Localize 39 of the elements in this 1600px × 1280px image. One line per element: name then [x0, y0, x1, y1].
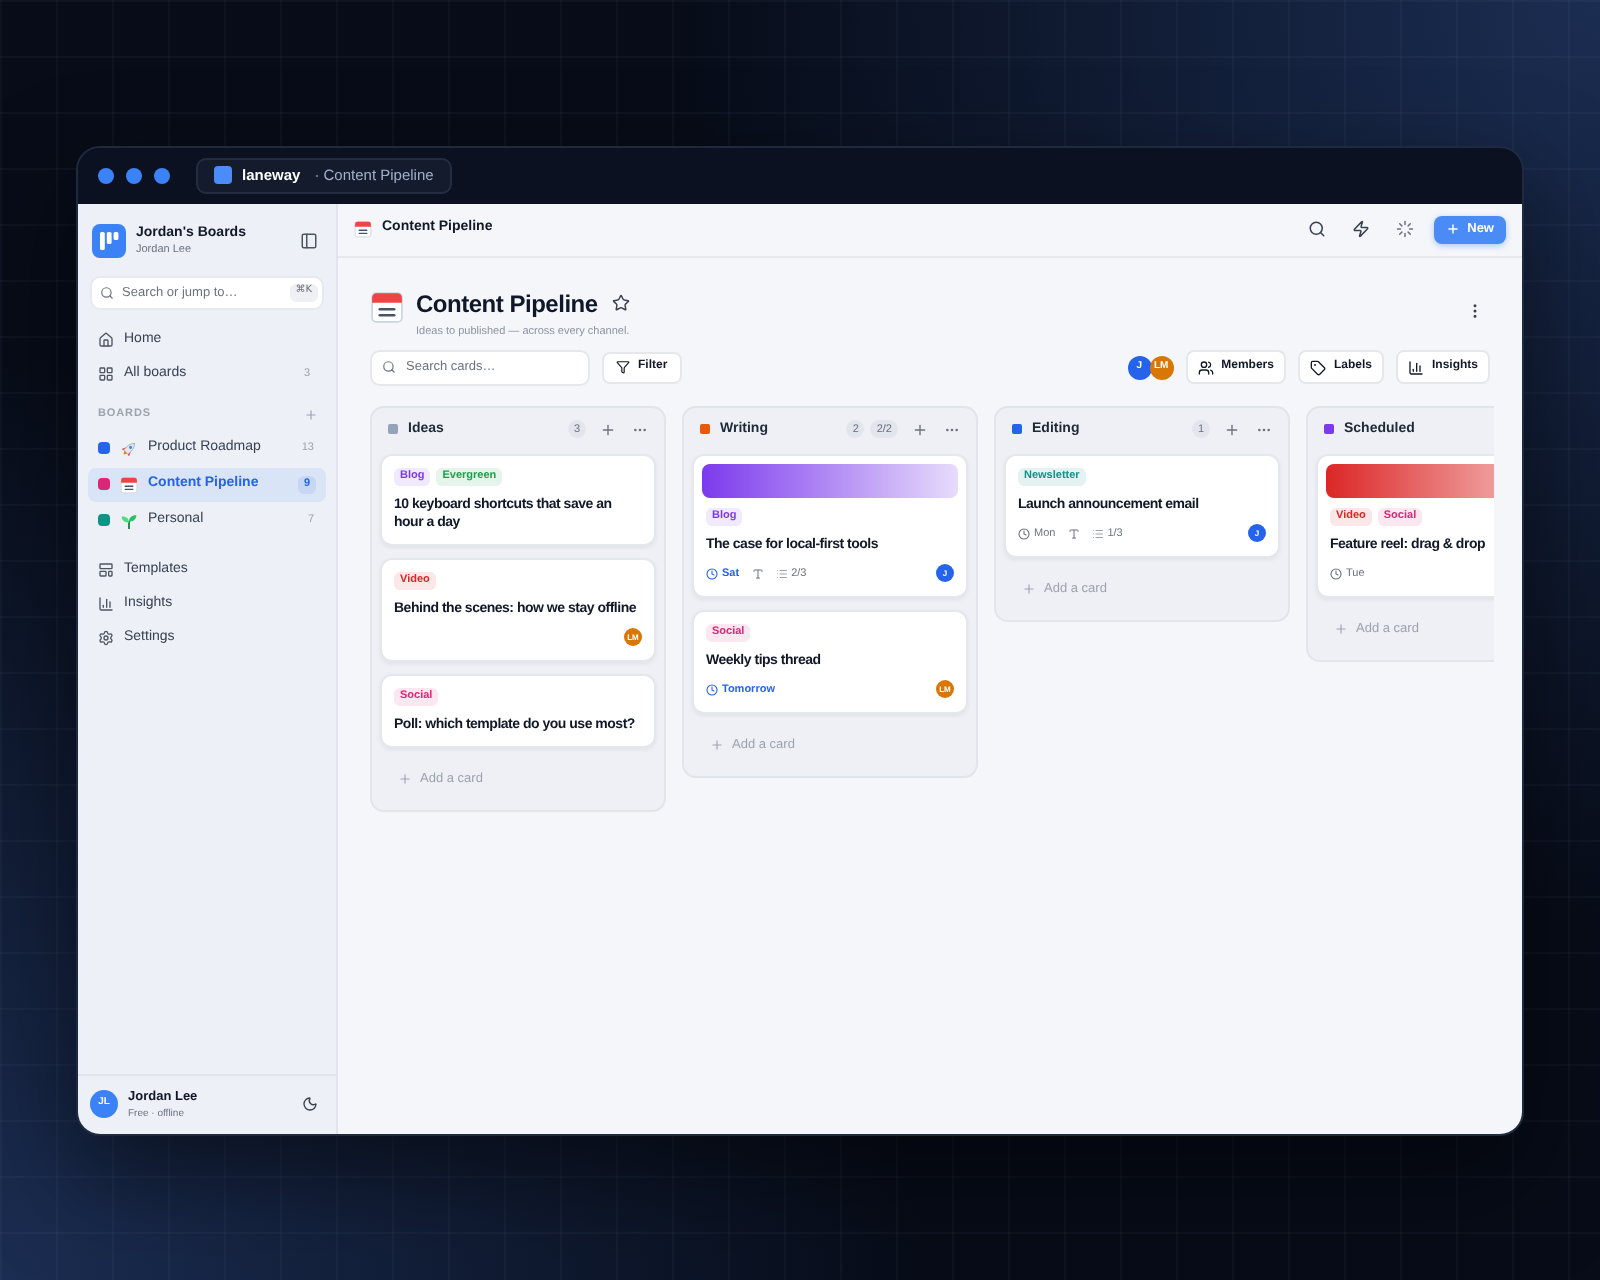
template-icon [98, 562, 114, 578]
loader-icon[interactable] [1395, 220, 1414, 238]
logo-icon [92, 223, 126, 257]
calendar-icon [354, 220, 372, 238]
star-icon[interactable] [611, 294, 630, 312]
app-icon [214, 166, 232, 184]
settings-icon [98, 630, 114, 646]
plus-icon[interactable] [912, 421, 928, 438]
lightning-icon[interactable] [1351, 220, 1370, 238]
plus-icon[interactable] [1224, 421, 1240, 438]
clock-icon [1330, 567, 1342, 580]
clock-icon [706, 683, 718, 696]
search-icon[interactable] [1307, 220, 1326, 238]
list-icon [775, 567, 788, 580]
users-icon [1197, 359, 1214, 376]
clock-icon [1018, 527, 1030, 540]
search-icon [382, 359, 396, 374]
plus-icon[interactable] [600, 421, 616, 438]
page-title: Content Pipeline [416, 289, 598, 317]
calendar-icon [120, 475, 138, 493]
calendar-icon [370, 289, 404, 323]
plus-icon [1334, 622, 1348, 637]
bar-chart-icon [98, 596, 114, 612]
seedling-icon [120, 511, 138, 529]
plus-icon [1022, 582, 1036, 597]
search-icon [100, 285, 114, 299]
rocket-icon [120, 439, 138, 457]
filter-icon [616, 360, 630, 375]
bar-chart-icon [1407, 359, 1424, 376]
clock-icon [706, 567, 718, 580]
plus-icon [710, 738, 724, 753]
list-icon [1091, 527, 1104, 540]
sidebar-toggle-icon[interactable] [300, 231, 318, 249]
plus-icon [398, 772, 412, 787]
home-icon [98, 332, 114, 348]
tag-icon [1309, 359, 1326, 376]
moon-icon[interactable] [302, 1096, 318, 1112]
grid-icon [98, 366, 114, 382]
plus-icon [1445, 222, 1460, 236]
